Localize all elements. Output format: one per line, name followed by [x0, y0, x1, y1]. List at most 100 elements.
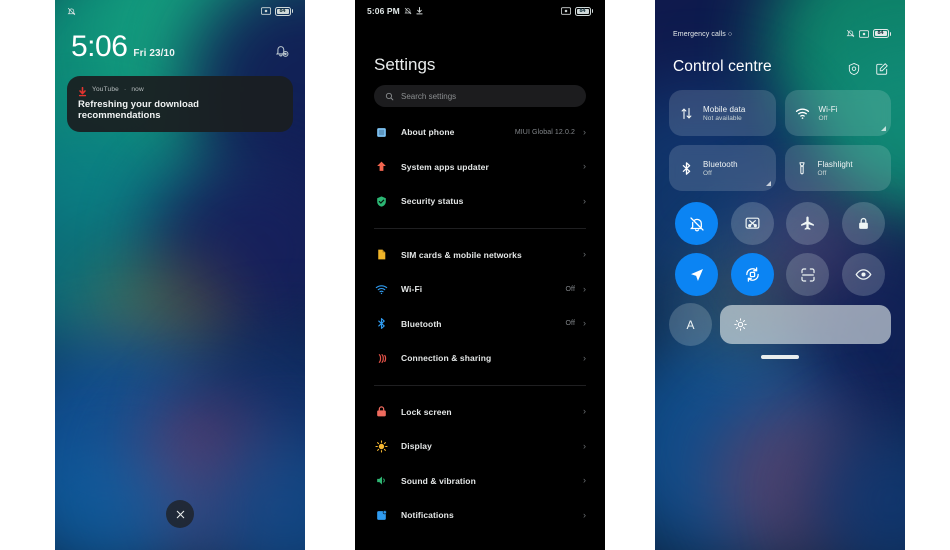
settings-row-label: About phone [401, 127, 455, 138]
location-icon [689, 267, 705, 283]
brightness-row: A [669, 303, 891, 346]
security-button[interactable] [847, 62, 861, 81]
brightness-slider[interactable] [720, 305, 891, 344]
toggle-screenshot[interactable] [786, 253, 830, 296]
bluetooth-icon [374, 317, 389, 330]
chevron-right-icon: › [583, 161, 586, 172]
lock-status-bar: 84 [55, 0, 305, 22]
tile-status: Off [703, 169, 712, 177]
notification-time: now [131, 85, 144, 93]
tile-wi-fi[interactable]: Wi-Fi Off [784, 90, 891, 136]
search-placeholder: Search settings [401, 91, 457, 101]
settings-row-label: Lock screen [401, 406, 452, 417]
toggle-location[interactable] [675, 253, 719, 296]
screenshot-icon [800, 267, 816, 283]
silent-mode-icon [846, 29, 855, 38]
settings-row-lock-screen[interactable]: Lock screen › [355, 395, 605, 430]
battery-icon: 84 [872, 29, 891, 38]
settings-row-about-phone[interactable]: About phone MIUI Global 12.0.2 › [355, 115, 605, 150]
settings-row-value: Off [565, 285, 575, 293]
toggle-airplane[interactable] [786, 202, 830, 245]
tile-mobile-data[interactable]: Mobile data Not available [669, 90, 776, 136]
battery-icon: 84 [274, 6, 293, 16]
tile-status: Off [818, 114, 828, 122]
lock-screen-icon [374, 405, 389, 418]
sim-card-icon [374, 248, 389, 261]
settings-row-value: Off [565, 320, 575, 328]
reading-mode-eye-icon [855, 266, 872, 283]
lock-date: Fri 23/10 [133, 48, 175, 59]
mobile-data-icon [679, 106, 694, 121]
settings-row-connection-sharing[interactable]: Connection & sharing › [355, 341, 605, 376]
silent-mode-icon [689, 216, 705, 232]
quick-setting-tiles: Mobile data Not available Wi-Fi Off Bluetoot… [669, 90, 891, 191]
chevron-right-icon: › [583, 249, 586, 260]
toggle-cast[interactable] [730, 202, 774, 245]
edit-button[interactable] [875, 62, 889, 81]
tile-bluetooth[interactable]: Bluetooth Off [669, 145, 776, 191]
about-phone-icon [374, 126, 389, 139]
notification-title: Refreshing your download recommendations [78, 99, 200, 121]
sound-vibration-icon [374, 474, 389, 487]
settings-row-security-status[interactable]: Security status › [355, 184, 605, 219]
settings-row-label: Security status [401, 196, 464, 207]
tile-label: Wi-Fi [818, 104, 838, 114]
brightness-sun-icon [734, 318, 747, 331]
lock-time: 5:06 [71, 30, 128, 63]
tile-expand-corner-icon[interactable] [881, 126, 886, 131]
chevron-right-icon: › [583, 318, 586, 329]
search-input[interactable]: Search settings [374, 85, 586, 107]
search-icon [385, 92, 394, 101]
settings-list: About phone MIUI Global 12.0.2 › System app… [355, 115, 605, 550]
settings-row-display[interactable]: Display › [355, 429, 605, 464]
settings-row-label: Display [401, 441, 432, 452]
gap-1 [305, 0, 355, 550]
auto-rotate-icon [744, 266, 761, 283]
lock-screen-panel: 84 5:06 Fri 23/10 YouTube · now Refreshi… [55, 0, 305, 550]
settings-row-label: SIM cards & mobile networks [401, 249, 522, 260]
display-brightness-icon [374, 440, 389, 453]
tile-label: Mobile data [703, 104, 746, 114]
tile-expand-corner-icon[interactable] [765, 181, 771, 186]
tile-status: Not available [703, 114, 742, 122]
toggle-silent[interactable] [675, 202, 719, 245]
toggle-lock[interactable] [841, 202, 885, 245]
settings-row-label: System apps updater [401, 161, 489, 172]
chevron-right-icon: › [583, 195, 586, 206]
settings-row-sound-vibration[interactable]: Sound & vibration › [355, 464, 605, 499]
drag-handle[interactable] [761, 355, 799, 359]
silent-mode-icon [404, 7, 412, 15]
screenshot-stage: 84 5:06 Fri 23/10 YouTube · now Refreshi… [0, 0, 950, 550]
security-shield-icon [374, 195, 389, 208]
lock-clock: 5:06 Fri 23/10 [71, 32, 175, 62]
wifi-icon [374, 283, 389, 296]
chevron-right-icon: › [583, 126, 586, 137]
notification-settings-bell-icon[interactable] [275, 44, 289, 63]
notification-card[interactable]: YouTube · now Refreshing your download r… [67, 76, 293, 132]
toggle-auto-rotate[interactable] [730, 253, 774, 296]
right-margin [905, 0, 950, 550]
tile-status: Off [817, 169, 827, 177]
settings-row-notifications[interactable]: Notifications › [355, 498, 605, 533]
gap-2 [605, 0, 655, 550]
chevron-right-icon: › [583, 475, 586, 486]
settings-row-bluetooth[interactable]: Bluetooth Off › [355, 307, 605, 342]
battery-level: 84 [279, 7, 286, 14]
dnd-icon [260, 7, 271, 15]
connection-sharing-icon [374, 352, 389, 365]
clear-all-notifications-button[interactable] [166, 500, 194, 528]
auto-brightness-label: A [686, 317, 695, 332]
settings-row-sim-cards-mobile-networks[interactable]: SIM cards & mobile networks › [355, 238, 605, 273]
tile-label: Bluetooth [703, 159, 738, 169]
auto-brightness-button[interactable]: A [669, 303, 712, 346]
chevron-right-icon: › [583, 509, 586, 520]
chevron-right-icon: › [583, 283, 586, 294]
tile-flashlight[interactable]: Flashlight Off [784, 145, 891, 191]
airplane-mode-icon [799, 215, 816, 232]
notification-separator: · [123, 85, 127, 93]
settings-row-wi-fi[interactable]: Wi-Fi Off › [355, 272, 605, 307]
settings-row-label: Connection & sharing [401, 353, 492, 364]
settings-row-system-apps-updater[interactable]: System apps updater › [355, 150, 605, 185]
toggle-reading-mode[interactable] [841, 253, 885, 296]
control-centre-actions [847, 62, 889, 81]
